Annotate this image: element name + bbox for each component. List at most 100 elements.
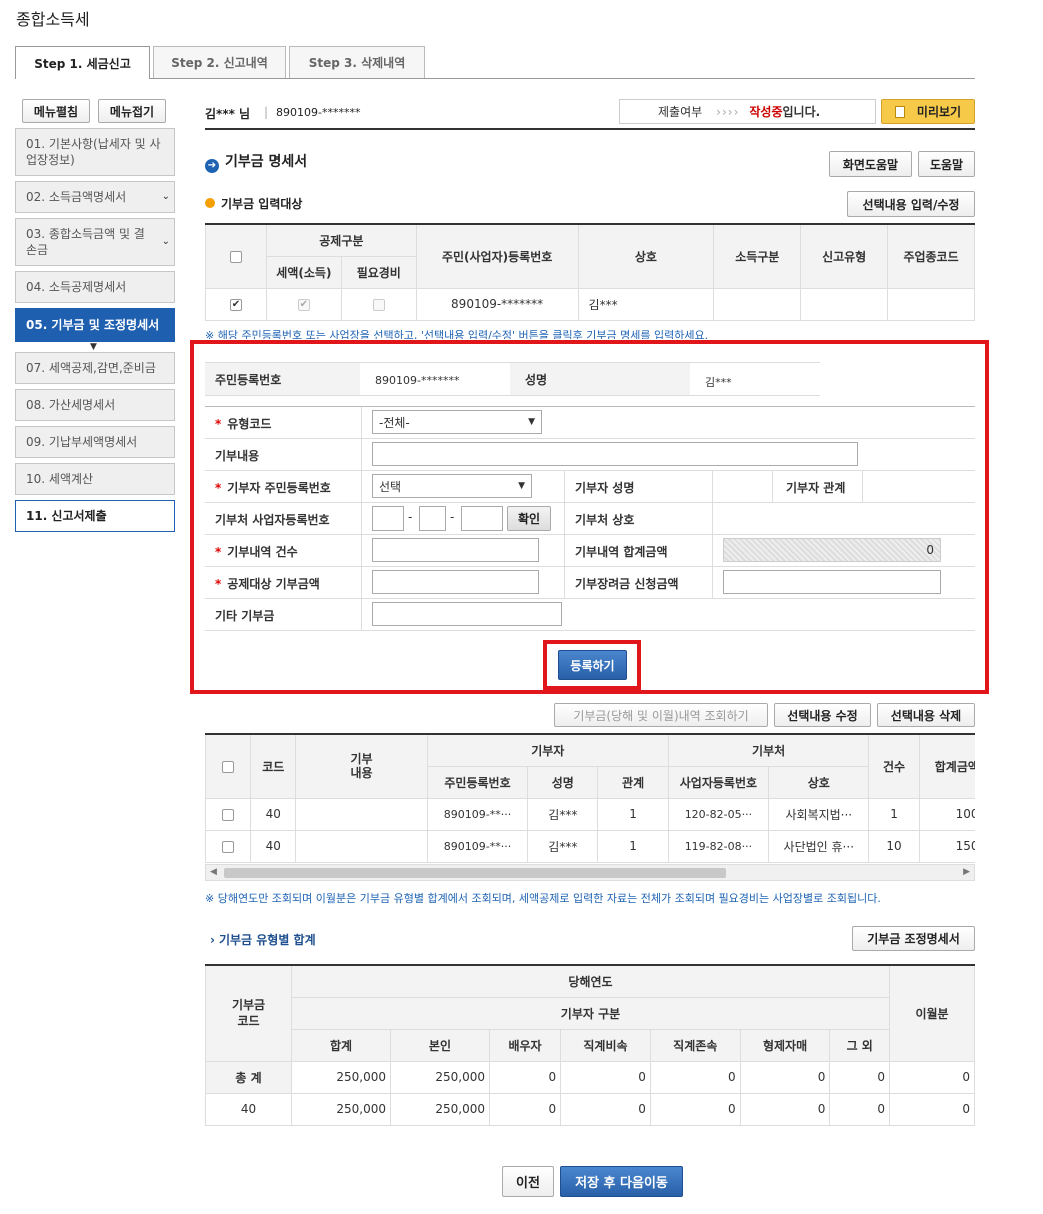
screen-help-button[interactable]: 화면도움말	[829, 151, 912, 177]
deduct-input[interactable]	[372, 570, 539, 594]
row-biz	[887, 287, 975, 321]
sidebar-item-submit[interactable]: 11. 신고서제출	[15, 500, 175, 532]
donor-rel-label: 기부자 관계	[786, 481, 846, 495]
form-col-divider	[862, 471, 863, 502]
row-label: 40	[205, 1092, 292, 1126]
type-label-text: 유형코드	[227, 417, 272, 431]
row-checkbox[interactable]: ✔	[229, 298, 242, 311]
menu-collapse-button[interactable]: 메뉴접기	[98, 99, 166, 123]
preview-button[interactable]: 미리보기	[881, 99, 975, 124]
save-next-button[interactable]: 저장 후 다음이동	[560, 1166, 683, 1197]
count-input[interactable]	[372, 538, 539, 562]
row-income	[713, 287, 802, 321]
confirm-button[interactable]: 확인	[507, 506, 551, 531]
sidebar-item-deduction[interactable]: 04. 소득공제명세서	[15, 271, 175, 303]
sidebar-item-basic[interactable]: 01. 기본사항(납세자 및 사업장정보)	[15, 128, 175, 176]
cell-value: 0	[829, 1060, 890, 1094]
user-name: 김*** 님	[205, 107, 251, 121]
donation-list-table: 코드 기부 내용 기부자 기부처 건수 합계금액 주민등록번호 성명 관계 사업…	[205, 733, 975, 863]
status-label: 제출여부	[658, 105, 703, 119]
row-checkbox-cell[interactable]: ✔	[205, 287, 267, 321]
delete-selected-button[interactable]: 선택내용 삭제	[877, 703, 975, 727]
org-name-label: 기부처 상호	[575, 513, 635, 527]
edit-selection-button[interactable]: 선택내용 입력/수정	[847, 191, 975, 217]
scholar-input[interactable]	[723, 570, 941, 594]
row-label: 총 계	[205, 1060, 292, 1094]
sidebar-item-penalty[interactable]: 08. 가산세명세서	[15, 389, 175, 421]
type-select[interactable]: -전체- ▼	[372, 410, 542, 434]
biz-no-part2[interactable]	[419, 506, 446, 531]
content-input[interactable]	[372, 442, 858, 466]
tab-step3[interactable]: Step 3. 삭제내역	[289, 46, 425, 78]
th-group: 공제구분	[265, 223, 417, 257]
tab-step2[interactable]: Step 2. 신고내역	[153, 46, 286, 78]
th-expense: 필요경비	[340, 255, 417, 289]
row-count: 10	[868, 829, 920, 863]
adjust-statement-button[interactable]: 기부금 조정명세서	[852, 926, 975, 951]
rrn-value: 890109-*******	[375, 374, 460, 387]
section-title: ➔ 기부금 명세서	[205, 151, 307, 173]
arrow-right-icon: ➔	[205, 159, 219, 173]
sidebar-item-tax-calc[interactable]: 10. 세액계산	[15, 463, 175, 495]
prev-button[interactable]: 이전	[502, 1166, 554, 1197]
cell-value: 0	[488, 1060, 562, 1094]
row-count: 1	[868, 797, 920, 831]
list-note: ※ 당해연도만 조회되며 이월분은 기부금 유형별 합계에서 조회되며, 세액공…	[205, 892, 881, 905]
table-row[interactable]: 40 890109-**··· 김*** 1 119-82-08··· 사단법인…	[205, 829, 975, 863]
tab-step1[interactable]: Step 1. 세금신고	[15, 46, 150, 79]
edit-selected-button[interactable]: 선택내용 수정	[774, 703, 871, 727]
help-button[interactable]: 도움말	[918, 151, 975, 177]
sidebar-item-income[interactable]: 02. 소득금액명세서 ⌄	[15, 181, 175, 213]
row-divider	[205, 438, 975, 439]
arrows-icon: ››››	[716, 104, 740, 119]
row-name: 김***	[527, 797, 599, 831]
separator: |	[264, 105, 269, 119]
th-carry: 이월분	[889, 964, 975, 1062]
table-row: 40 250,000 250,000 0 0 0 0 0 0	[205, 1092, 975, 1126]
sidebar-item-label: 02. 소득금액명세서	[26, 190, 127, 204]
horizontal-scrollbar[interactable]: ◀ ▶	[205, 864, 975, 881]
row-oname: 사단법인 휴···	[768, 829, 870, 863]
table-row[interactable]: ✔ ✔ 890109-******* 김***	[205, 287, 975, 321]
arrow-down-icon: ▼	[90, 342, 97, 352]
row-rrn: 890109-*******	[415, 287, 579, 321]
type-label: * 유형코드	[215, 417, 272, 431]
search-history-button[interactable]: 기부금(당해 및 이월)내역 조회하기	[554, 703, 768, 727]
row-checkbox-cell[interactable]	[205, 797, 252, 831]
select-all-checkbox[interactable]	[222, 760, 235, 773]
header-checkbox-cell[interactable]	[205, 733, 252, 799]
th-year: 당해연도	[291, 964, 890, 998]
cell-value: 0	[889, 1060, 975, 1094]
sidebar-item-prepaid[interactable]: 09. 기납부세액명세서	[15, 426, 175, 458]
biz-no-part3[interactable]	[461, 506, 503, 531]
table-row[interactable]: 40 890109-**··· 김*** 1 120-82-05··· 사회복지…	[205, 797, 975, 831]
th-name: 상호	[577, 223, 715, 289]
scroll-left-icon[interactable]: ◀	[210, 867, 217, 877]
row-checkbox[interactable]	[222, 840, 235, 853]
sidebar-item-total-income[interactable]: 03. 종합소득금액 및 결손금 ⌄	[15, 218, 175, 266]
total-amount-field: 0	[723, 538, 941, 562]
th-income: 소득구분	[713, 223, 802, 289]
donor-rrn-select[interactable]: 선택 ▼	[372, 474, 532, 498]
scroll-right-icon[interactable]: ▶	[963, 867, 970, 877]
cell-value: 250,000	[291, 1092, 391, 1126]
row-checkbox-cell[interactable]	[205, 829, 252, 863]
biz-no-part1[interactable]	[372, 506, 404, 531]
th-content: 기부 내용	[295, 733, 428, 799]
sidebar-item-donation[interactable]: 05. 기부금 및 조정명세서	[15, 308, 175, 342]
menu-expand-button[interactable]: 메뉴펼침	[22, 99, 90, 123]
expense-checkbox	[372, 298, 385, 311]
register-button[interactable]: 등록하기	[558, 650, 627, 680]
sidebar-item-tax-credit[interactable]: 07. 세액공제,감면,준비금	[15, 352, 175, 384]
th-report: 신고유형	[800, 223, 889, 289]
sidebar-item-label: 10. 세액계산	[26, 472, 94, 486]
dropdown-arrow-icon: ▼	[528, 417, 535, 427]
scrollbar-thumb[interactable]	[224, 868, 726, 878]
type-select-value: -전체-	[379, 415, 410, 430]
cell-value: 250,000	[389, 1092, 490, 1126]
row-code: 40	[250, 797, 297, 831]
select-all-checkbox[interactable]	[229, 250, 242, 263]
header-checkbox-cell[interactable]	[205, 223, 267, 289]
other-input[interactable]	[372, 602, 562, 626]
row-checkbox[interactable]	[222, 808, 235, 821]
